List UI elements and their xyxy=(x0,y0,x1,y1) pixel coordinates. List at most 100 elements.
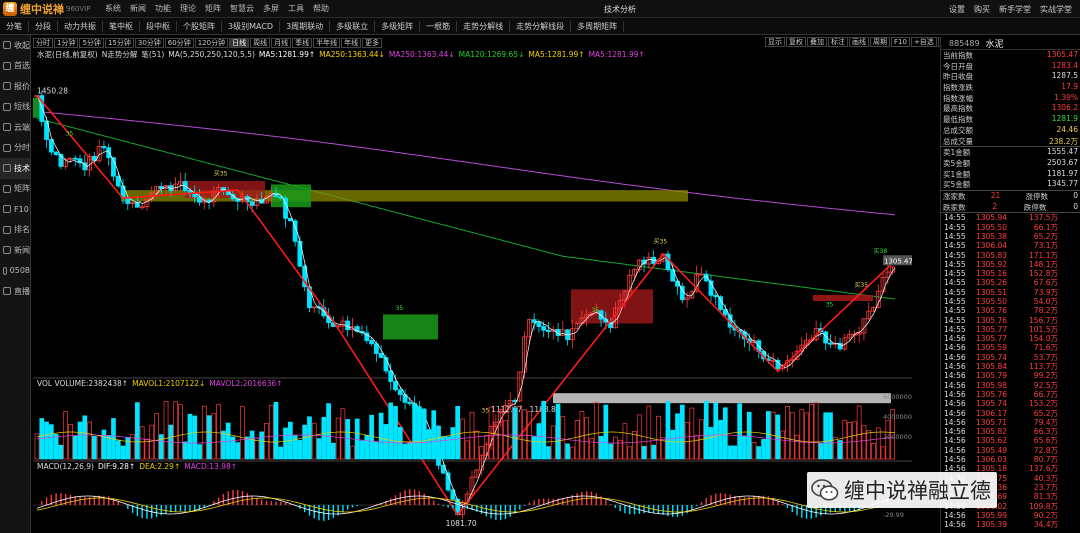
timeframe-tab[interactable]: 更多 xyxy=(362,37,383,48)
sidebar-item[interactable]: 技术 xyxy=(0,158,30,179)
row-label: 今日开盘 xyxy=(943,61,973,71)
nav-item[interactable]: 多级矩阵 xyxy=(375,20,421,32)
row-label: 最低指数 xyxy=(943,115,973,125)
trade-time: 14:55 xyxy=(944,213,966,223)
volume-bar xyxy=(197,444,202,460)
timeframe-tab[interactable]: 半年线 xyxy=(313,37,341,48)
volume-bar xyxy=(756,446,762,460)
tool-button[interactable]: F10 xyxy=(891,37,910,47)
sidebar-item[interactable]: 直播 xyxy=(0,281,30,302)
timeframe-tab[interactable]: 日线 xyxy=(229,37,250,48)
trade-row: 14:56 1306.03 80.7万 xyxy=(941,455,1080,464)
tool-button[interactable]: 复权 xyxy=(786,37,806,47)
menu-right-item[interactable]: 新手学堂 xyxy=(999,4,1031,15)
trade-price: 1306.04 xyxy=(976,241,1008,251)
timeframe-tab[interactable]: 年线 xyxy=(341,37,362,48)
timeframe-tab[interactable]: 60分钟 xyxy=(164,37,194,48)
menu-item[interactable]: 矩阵 xyxy=(205,3,221,14)
menu-right-item[interactable]: 购买 xyxy=(974,4,990,15)
sidebar-item[interactable]: 短线 xyxy=(0,97,30,118)
sidebar-item[interactable]: 收起 xyxy=(0,35,30,56)
timeframe-tab[interactable]: 15分钟 xyxy=(104,37,134,48)
breadth-value: 0 xyxy=(1073,190,1078,200)
menu-right-item[interactable]: 设置 xyxy=(949,4,965,15)
menu-right-item[interactable]: 实战学堂 xyxy=(1040,4,1072,15)
sidebar-item[interactable]: 0508 xyxy=(0,261,30,282)
row-value: 1.39% xyxy=(1054,92,1078,102)
nav-item[interactable]: 3级别MACD xyxy=(222,20,281,32)
menu-item[interactable]: 帮助 xyxy=(313,3,329,14)
sidebar-item[interactable]: 云端 xyxy=(0,117,30,138)
breadth-label: 跌停数 xyxy=(1023,202,1047,212)
sidebar-item[interactable]: 排名 xyxy=(0,220,30,241)
app-logo: 缠 缠中说禅 960VIP xyxy=(0,1,100,17)
sidebar-item[interactable]: 矩阵 xyxy=(0,179,30,200)
nav-item[interactable]: 多周期矩阵 xyxy=(571,20,625,32)
nav-item[interactable]: 走势分解线 xyxy=(457,20,511,32)
tool-button[interactable]: 叠加 xyxy=(807,37,827,47)
row-label: 买1金额 xyxy=(943,169,971,179)
nav-item[interactable]: 分笔 xyxy=(0,20,29,32)
nav-item[interactable]: 多级联立 xyxy=(330,20,376,32)
timeframe-tab[interactable]: 120分钟 xyxy=(194,37,229,48)
left-sidebar: 收起 首选 报价 短线 云端 分时 技术 矩阵 F10 排名 新闻 0508 直播 xyxy=(0,35,31,533)
volume-bar xyxy=(163,400,169,460)
trade-row: 14:55 1305.26 67.6万 xyxy=(941,278,1080,287)
volume-bar xyxy=(847,421,852,460)
tool-button[interactable]: 周期 xyxy=(870,37,890,47)
trade-volume: 72.8万 xyxy=(1033,445,1058,455)
menu-item[interactable]: 理论 xyxy=(180,3,196,14)
timeframe-tab[interactable]: 5分钟 xyxy=(79,37,104,48)
volume-bar xyxy=(187,413,193,460)
trade-time: 14:55 xyxy=(944,287,966,297)
nav-item[interactable]: 分段 xyxy=(29,20,58,32)
menu-item[interactable]: 工具 xyxy=(288,3,304,14)
trade-row: 14:56 1305.62 65.6万 xyxy=(941,436,1080,445)
volume-bar xyxy=(546,446,551,460)
trade-price: 1306.03 xyxy=(976,455,1008,465)
zone-box-red xyxy=(813,295,873,301)
trade-row: 14:55 1305.83 171.1万 xyxy=(941,251,1080,260)
menu-item[interactable]: 多屏 xyxy=(263,3,279,14)
volume-bar xyxy=(369,414,374,460)
nav-item[interactable]: 3周期联动 xyxy=(280,20,331,32)
volume-bar xyxy=(737,403,743,460)
sidebar-item[interactable]: 报价 xyxy=(0,76,30,97)
order-list: 卖1金额 1555.47 卖5金额 2503.67 买1金额 1181.97 买5金额 134… xyxy=(941,147,1080,190)
trade-time: 14:55 xyxy=(944,306,966,316)
timeframe-tab[interactable]: 月线 xyxy=(271,37,292,48)
trade-time: 14:56 xyxy=(944,334,966,344)
timeframe-tab[interactable]: 1分钟 xyxy=(54,37,79,48)
nav-item[interactable]: 一根筋 xyxy=(420,20,458,32)
row-label: 卖5金额 xyxy=(943,158,971,168)
tool-button[interactable]: +自选 xyxy=(910,37,937,47)
kline-chart[interactable]: 1450.001400.001350.001300.001250.001200.… xyxy=(33,57,912,533)
timeframe-tab[interactable]: 季线 xyxy=(292,37,313,48)
tool-button[interactable]: 画线 xyxy=(849,37,869,47)
trade-volume: 73.9万 xyxy=(1033,287,1058,297)
sidebar-item[interactable]: F10 xyxy=(0,199,30,220)
volume-bar xyxy=(244,436,250,460)
nav-item[interactable]: 段中枢 xyxy=(140,20,177,32)
trade-time: 14:55 xyxy=(944,259,966,269)
nav-item[interactable]: 笔中枢 xyxy=(103,20,140,32)
trade-row: 14:55 1306.04 73.1万 xyxy=(941,241,1080,250)
timeframe-tab[interactable]: 周线 xyxy=(250,37,271,48)
menu-item[interactable]: 新闻 xyxy=(130,3,146,14)
menu-item[interactable]: 功能 xyxy=(155,3,171,14)
menu-item[interactable]: 智慧云 xyxy=(230,3,254,14)
nav-item[interactable]: 个股矩阵 xyxy=(177,20,222,32)
trade-time: 14:56 xyxy=(944,408,966,418)
sidebar-item[interactable]: 新闻 xyxy=(0,240,30,261)
sidebar-item[interactable]: 分时 xyxy=(0,138,30,159)
nav-item[interactable]: 走势分解线段 xyxy=(510,20,572,32)
timeframe-tab[interactable]: 分时 xyxy=(33,37,53,48)
sidebar-item[interactable]: 首选 xyxy=(0,56,30,77)
volume-bar xyxy=(464,440,470,460)
timeframe-tab[interactable]: 30分钟 xyxy=(134,37,164,48)
trade-volume: 67.6万 xyxy=(1033,278,1058,288)
tool-button[interactable]: 标注 xyxy=(828,37,848,47)
menu-item[interactable]: 系统 xyxy=(105,3,121,14)
tool-button[interactable]: 显示 xyxy=(765,37,785,47)
nav-item[interactable]: 动力共振 xyxy=(58,20,103,32)
